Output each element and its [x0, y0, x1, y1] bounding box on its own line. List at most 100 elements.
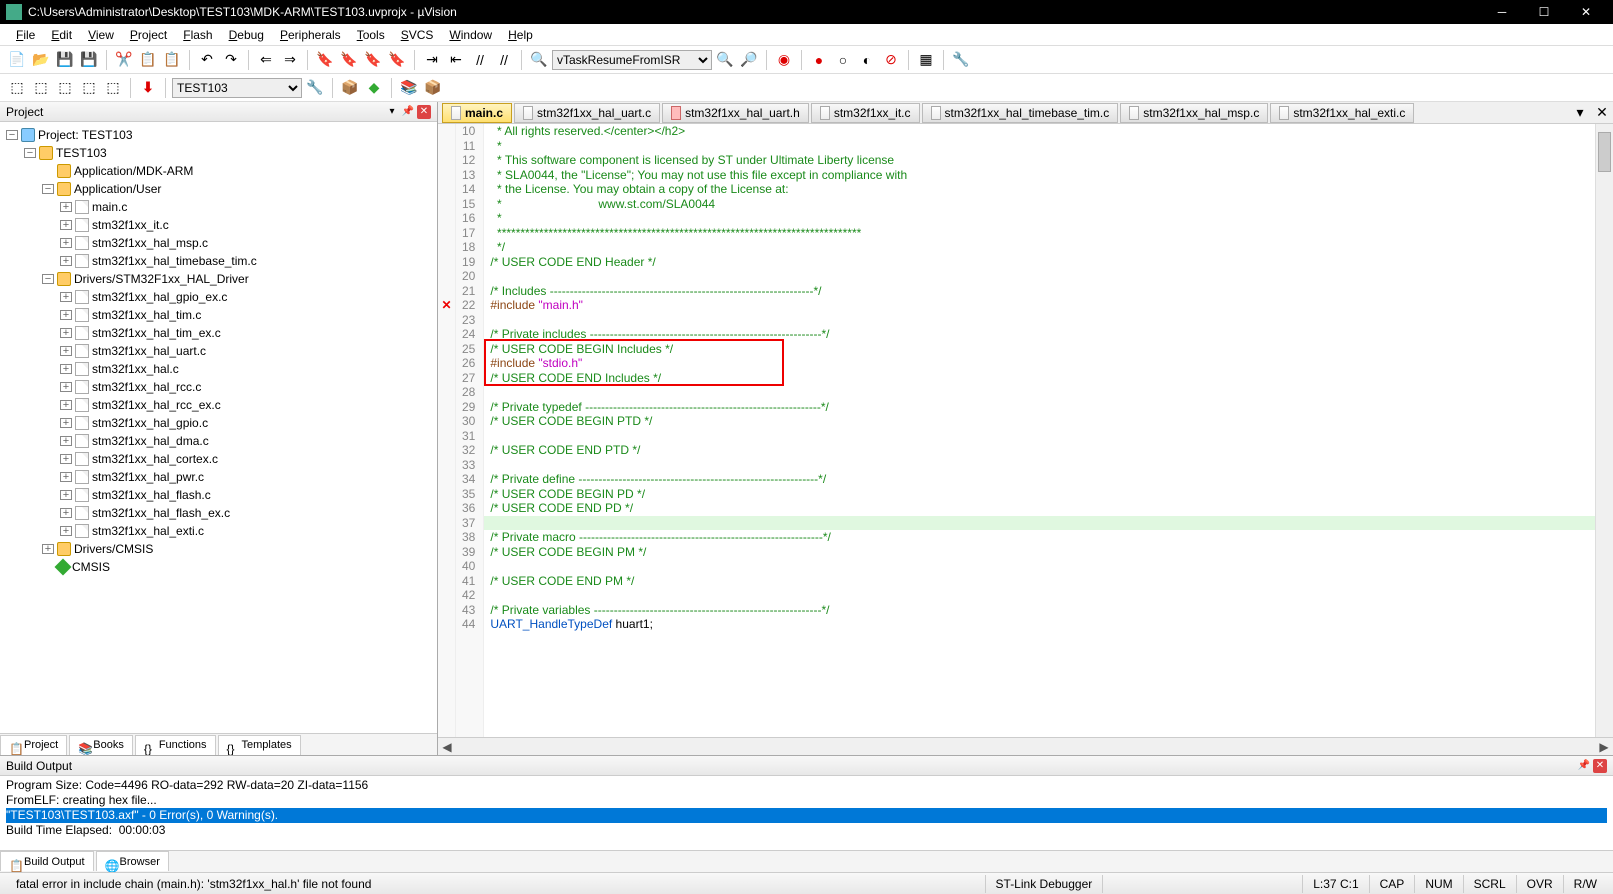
project-tab-books[interactable]: 📚Books: [69, 735, 133, 755]
tree-file-stm32f1xx_hal_gpio-c[interactable]: +stm32f1xx_hal_gpio.c: [0, 414, 437, 432]
editor-hscrollbar[interactable]: ◀▶: [438, 737, 1613, 755]
project-tab-templates[interactable]: {}Templates: [218, 735, 301, 755]
cut-icon[interactable]: ✂️: [113, 49, 135, 71]
editor-tab-stm32f1xx_hal_timebase_tim-c[interactable]: stm32f1xx_hal_timebase_tim.c: [922, 103, 1119, 123]
tree-file-stm32f1xx_hal_rcc_ex-c[interactable]: +stm32f1xx_hal_rcc_ex.c: [0, 396, 437, 414]
uncomment-icon[interactable]: //: [493, 49, 515, 71]
find-next-icon[interactable]: 🔍: [714, 49, 736, 71]
bookmark-clear-icon[interactable]: 🔖: [386, 49, 408, 71]
undo-icon[interactable]: ↶: [196, 49, 218, 71]
tree-file-stm32f1xx_hal_gpio_ex-c[interactable]: +stm32f1xx_hal_gpio_ex.c: [0, 288, 437, 306]
find-icon[interactable]: 🔍: [528, 49, 550, 71]
menu-edit[interactable]: Edit: [43, 25, 80, 45]
editor-vscrollbar[interactable]: [1595, 124, 1613, 737]
panel-dropdown-icon[interactable]: ▾: [385, 105, 399, 119]
build-output-body[interactable]: Program Size: Code=4496 RO-data=292 RW-d…: [0, 776, 1613, 850]
breakpoint-enable-icon[interactable]: ○: [832, 49, 854, 71]
copy-icon[interactable]: 📋: [137, 49, 159, 71]
books-window-icon[interactable]: 📚: [398, 77, 420, 99]
tree-file-stm32f1xx_hal_pwr-c[interactable]: +stm32f1xx_hal_pwr.c: [0, 468, 437, 486]
bookmark-next-icon[interactable]: 🔖: [362, 49, 384, 71]
open-file-icon[interactable]: 📂: [30, 49, 52, 71]
editor-tab-stm32f1xx_it-c[interactable]: stm32f1xx_it.c: [811, 103, 920, 123]
editor-tab-stm32f1xx_hal_msp-c[interactable]: stm32f1xx_hal_msp.c: [1120, 103, 1268, 123]
project-tree[interactable]: −Project: TEST103−TEST103+Application/MD…: [0, 122, 437, 733]
tree-file-stm32f1xx_hal_exti-c[interactable]: +stm32f1xx_hal_exti.c: [0, 522, 437, 540]
maximize-button[interactable]: ☐: [1523, 0, 1565, 24]
indent-icon[interactable]: ⇥: [421, 49, 443, 71]
tree-file-stm32f1xx_hal_dma-c[interactable]: +stm32f1xx_hal_dma.c: [0, 432, 437, 450]
editor-tab-stm32f1xx_hal_uart-c[interactable]: stm32f1xx_hal_uart.c: [514, 103, 660, 123]
menu-tools[interactable]: Tools: [349, 25, 393, 45]
menu-project[interactable]: Project: [122, 25, 175, 45]
manage-rte-icon[interactable]: ◆: [363, 77, 385, 99]
nav-back-icon[interactable]: ⇐: [255, 49, 277, 71]
nav-fwd-icon[interactable]: ⇒: [279, 49, 301, 71]
tree-file-stm32f1xx_hal_cortex-c[interactable]: +stm32f1xx_hal_cortex.c: [0, 450, 437, 468]
menu-window[interactable]: Window: [441, 25, 500, 45]
find-combo[interactable]: vTaskResumeFromISR: [552, 50, 712, 70]
comment-icon[interactable]: //: [469, 49, 491, 71]
project-tab-project[interactable]: 📋Project: [0, 735, 67, 755]
manage-project-icon[interactable]: 📦: [339, 77, 361, 99]
build-pin-icon[interactable]: 📌: [1577, 759, 1591, 773]
editor-tab-stm32f1xx_hal_exti-c[interactable]: stm32f1xx_hal_exti.c: [1270, 103, 1414, 123]
build-line[interactable]: FromELF: creating hex file...: [6, 793, 1607, 808]
paste-icon[interactable]: 📋: [161, 49, 183, 71]
target-select[interactable]: TEST103: [172, 78, 302, 98]
tree-file-main-c[interactable]: +main.c: [0, 198, 437, 216]
bookmark-icon[interactable]: 🔖: [314, 49, 336, 71]
batch-build-icon[interactable]: ⬚: [78, 77, 100, 99]
save-all-icon[interactable]: 💾: [78, 49, 100, 71]
tab-close-icon[interactable]: ✕: [1591, 102, 1613, 124]
tree-file-stm32f1xx_hal_uart-c[interactable]: +stm32f1xx_hal_uart.c: [0, 342, 437, 360]
tree-file-stm32f1xx_hal_rcc-c[interactable]: +stm32f1xx_hal_rcc.c: [0, 378, 437, 396]
target-options-icon[interactable]: 🔧: [304, 77, 326, 99]
editor-tab-stm32f1xx_hal_uart-h[interactable]: stm32f1xx_hal_uart.h: [662, 103, 809, 123]
panel-pin-icon[interactable]: 📌: [401, 105, 415, 119]
close-button[interactable]: ✕: [1565, 0, 1607, 24]
debug-start-icon[interactable]: ◉: [773, 49, 795, 71]
tree-group-1[interactable]: −Application/User: [0, 180, 437, 198]
editor-tab-main-c[interactable]: main.c: [442, 103, 512, 123]
output-tab-browser[interactable]: 🌐Browser: [96, 851, 169, 871]
tree-project-root[interactable]: −Project: TEST103: [0, 126, 437, 144]
build-line[interactable]: Program Size: Code=4496 RO-data=292 RW-d…: [6, 778, 1607, 793]
menu-flash[interactable]: Flash: [175, 25, 220, 45]
tree-file-stm32f1xx_hal_msp-c[interactable]: +stm32f1xx_hal_msp.c: [0, 234, 437, 252]
breakpoint-insert-icon[interactable]: ●: [808, 49, 830, 71]
tree-file-stm32f1xx_hal_timebase_tim-c[interactable]: +stm32f1xx_hal_timebase_tim.c: [0, 252, 437, 270]
save-icon[interactable]: 💾: [54, 49, 76, 71]
tree-group-2[interactable]: −Drivers/STM32F1xx_HAL_Driver: [0, 270, 437, 288]
tree-file-stm32f1xx_it-c[interactable]: +stm32f1xx_it.c: [0, 216, 437, 234]
tree-file-stm32f1xx_hal_flash-c[interactable]: +stm32f1xx_hal_flash.c: [0, 486, 437, 504]
stop-build-icon[interactable]: ⬚: [102, 77, 124, 99]
bookmark-prev-icon[interactable]: 🔖: [338, 49, 360, 71]
code-editor[interactable]: ✕ 10111213141516171819202122232425262728…: [438, 124, 1613, 737]
tree-group-0[interactable]: +Application/MDK-ARM: [0, 162, 437, 180]
output-tab-build-output[interactable]: 📋Build Output: [0, 851, 94, 871]
menu-debug[interactable]: Debug: [221, 25, 272, 45]
build-line[interactable]: "TEST103\TEST103.axf" - 0 Error(s), 0 Wa…: [6, 808, 1607, 823]
pack-installer-icon[interactable]: 📦: [422, 77, 444, 99]
configure-icon[interactable]: 🔧: [950, 49, 972, 71]
build-line[interactable]: Build Time Elapsed: 00:00:03: [6, 823, 1607, 838]
menu-svcs[interactable]: SVCS: [393, 25, 442, 45]
tree-group-3[interactable]: +Drivers/CMSIS: [0, 540, 437, 558]
redo-icon[interactable]: ↷: [220, 49, 242, 71]
translate-icon[interactable]: ⬚: [6, 77, 28, 99]
tree-target[interactable]: −TEST103: [0, 144, 437, 162]
panel-close-icon[interactable]: ✕: [417, 105, 431, 119]
build-close-icon[interactable]: ✕: [1593, 759, 1607, 773]
menu-help[interactable]: Help: [500, 25, 541, 45]
tab-list-icon[interactable]: ▾: [1569, 102, 1591, 124]
build-icon[interactable]: ⬚: [30, 77, 52, 99]
project-tab-functions[interactable]: {}Functions: [135, 735, 216, 755]
outdent-icon[interactable]: ⇤: [445, 49, 467, 71]
tree-file-stm32f1xx_hal_tim_ex-c[interactable]: +stm32f1xx_hal_tim_ex.c: [0, 324, 437, 342]
menu-view[interactable]: View: [80, 25, 122, 45]
tree-file-stm32f1xx_hal_tim-c[interactable]: +stm32f1xx_hal_tim.c: [0, 306, 437, 324]
new-file-icon[interactable]: 📄: [6, 49, 28, 71]
minimize-button[interactable]: ─: [1481, 0, 1523, 24]
tree-group-4[interactable]: +CMSIS: [0, 558, 437, 576]
